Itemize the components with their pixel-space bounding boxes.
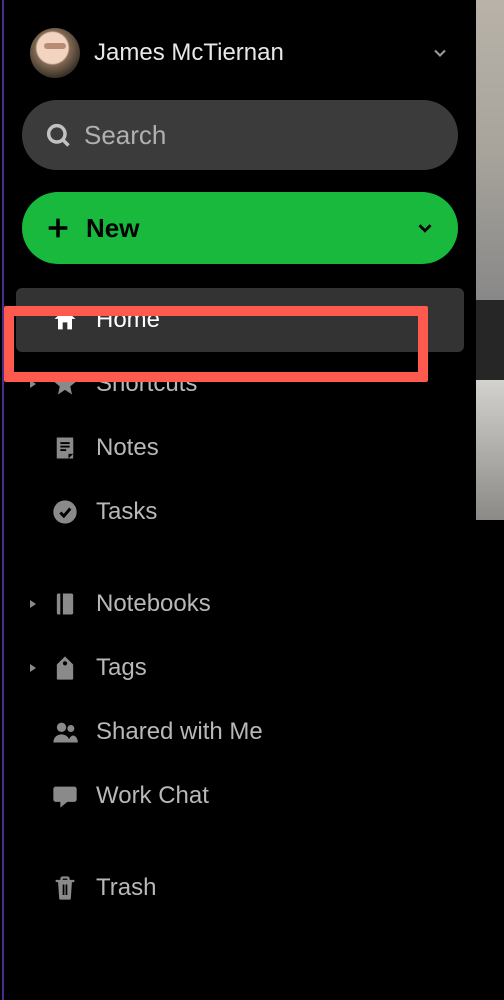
sidebar-item-tags[interactable]: Tags [22, 636, 458, 700]
sidebar-item-notebooks[interactable]: Notebooks [22, 572, 458, 636]
tag-icon [50, 653, 80, 683]
content-preview-strip [476, 0, 504, 1000]
new-button-label: New [86, 213, 400, 244]
sidebar-item-label: Notes [96, 434, 159, 462]
disclosure-triangle-icon[interactable] [26, 661, 40, 675]
new-button[interactable]: New [22, 192, 458, 264]
sidebar-item-home[interactable]: Home [16, 288, 464, 352]
sidebar-item-label: Work Chat [96, 782, 209, 810]
sidebar: James McTiernan New Home Shortcuts Notes Ta… [2, 0, 476, 1000]
account-switcher[interactable]: James McTiernan [22, 20, 458, 100]
sidebar-item-label: Home [96, 306, 160, 334]
note-icon [50, 433, 80, 463]
people-icon [50, 717, 80, 747]
sidebar-item-shortcuts[interactable]: Shortcuts [22, 352, 458, 416]
chevron-down-icon [414, 217, 436, 239]
trash-icon [50, 873, 80, 903]
star-icon [50, 369, 80, 399]
sidebar-item-label: Shared with Me [96, 718, 263, 746]
sidebar-item-label: Trash [96, 874, 156, 902]
notebook-icon [50, 589, 80, 619]
sidebar-item-shared[interactable]: Shared with Me [22, 700, 458, 764]
chevron-down-icon [430, 43, 450, 63]
search-input[interactable] [84, 120, 436, 151]
disclosure-triangle-icon[interactable] [26, 597, 40, 611]
sidebar-item-label: Shortcuts [96, 370, 197, 398]
sidebar-item-label: Notebooks [96, 590, 211, 618]
plus-icon [44, 214, 72, 242]
avatar [30, 28, 80, 78]
sidebar-item-trash[interactable]: Trash [22, 856, 458, 920]
sidebar-item-label: Tasks [96, 498, 157, 526]
home-icon [50, 305, 80, 335]
sidebar-item-tasks[interactable]: Tasks [22, 480, 458, 544]
user-name: James McTiernan [94, 39, 416, 67]
search-icon [44, 121, 72, 149]
search-field[interactable] [22, 100, 458, 170]
nav: Home Shortcuts Notes Tasks Notebooks Tags Shar… [22, 288, 458, 920]
check-icon [50, 497, 80, 527]
disclosure-triangle-icon[interactable] [26, 377, 40, 391]
sidebar-item-workchat[interactable]: Work Chat [22, 764, 458, 828]
sidebar-item-label: Tags [96, 654, 147, 682]
chat-icon [50, 781, 80, 811]
sidebar-item-notes[interactable]: Notes [22, 416, 458, 480]
